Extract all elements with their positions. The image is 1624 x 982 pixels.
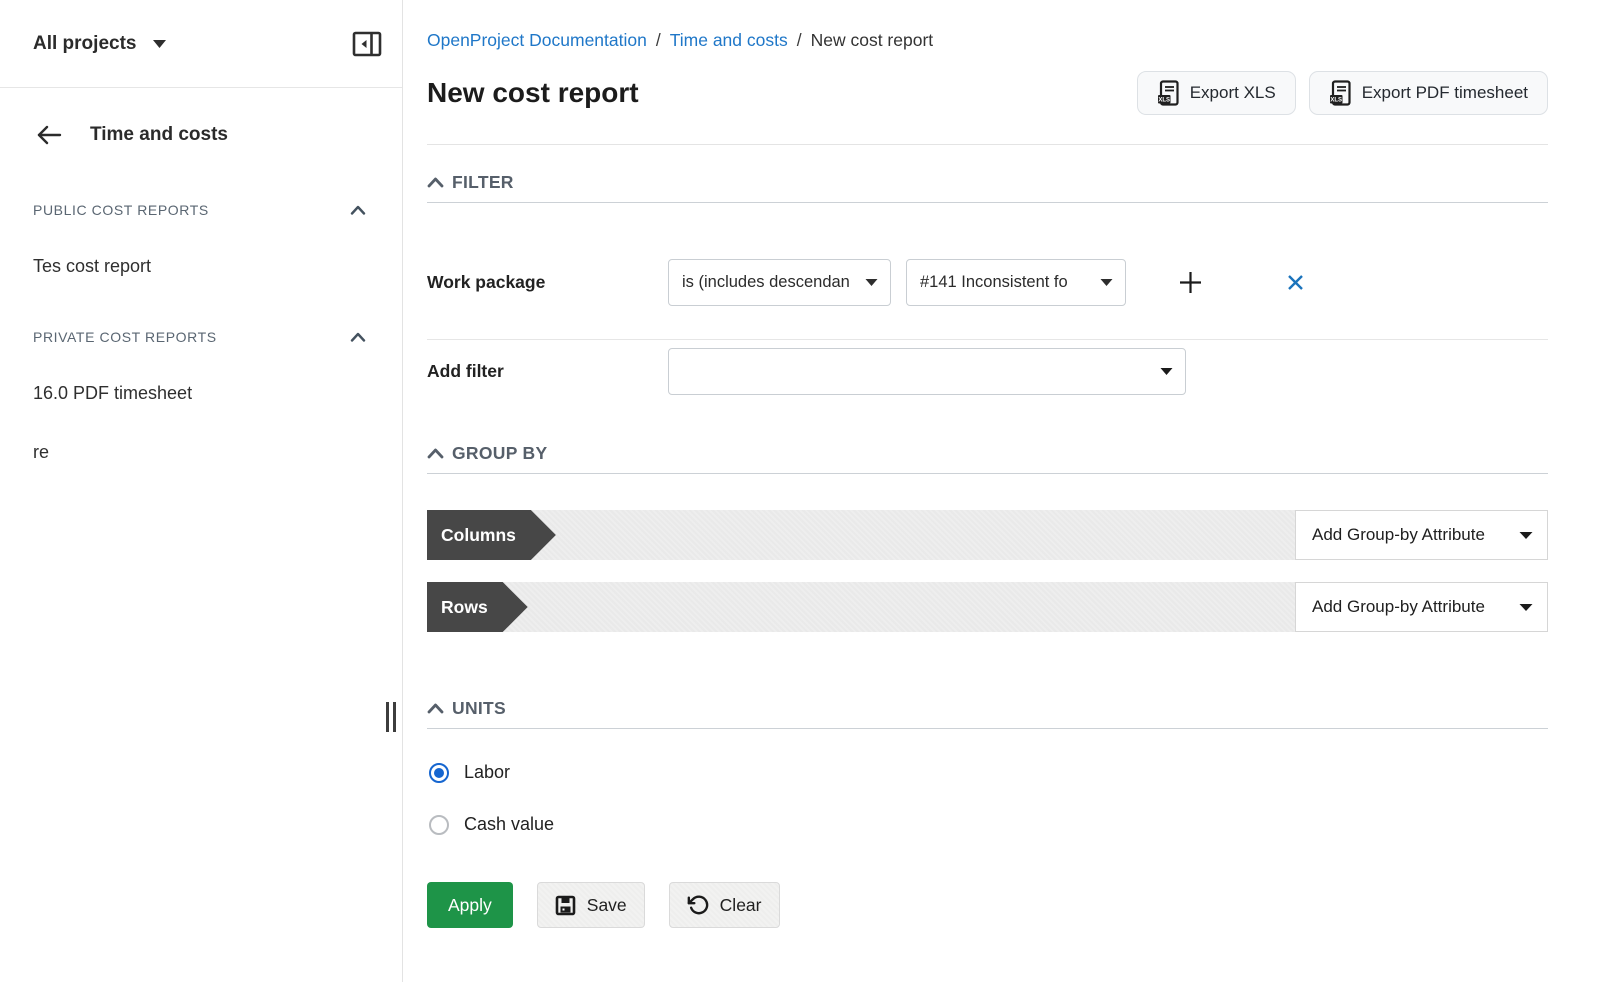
filter-operator-select[interactable]: is (includes descendan xyxy=(668,259,891,306)
save-button[interactable]: Save xyxy=(537,882,645,928)
rows-drop-zone[interactable]: Rows xyxy=(427,582,1295,632)
clear-button[interactable]: Clear xyxy=(669,882,780,928)
svg-text:XLS: XLS xyxy=(1330,97,1342,103)
add-filter-value-button[interactable] xyxy=(1178,270,1203,295)
caret-down-icon xyxy=(1160,367,1173,376)
units-option-labor-label: Labor xyxy=(464,762,510,783)
sidebar-item-pdf-timesheet[interactable]: 16.0 PDF timesheet xyxy=(0,383,402,404)
project-selector[interactable]: All projects xyxy=(33,33,167,55)
caret-down-icon xyxy=(152,39,167,49)
add-filter-row: Add filter xyxy=(427,348,1548,395)
columns-add-attribute-select[interactable]: Add Group-by Attribute xyxy=(1295,510,1548,560)
radio-button[interactable] xyxy=(429,763,449,783)
save-floppy-icon xyxy=(555,895,576,916)
columns-chip: Columns xyxy=(427,510,556,560)
export-xls-label: Export XLS xyxy=(1190,83,1276,103)
page-title: New cost report xyxy=(427,77,639,109)
close-icon xyxy=(1287,274,1304,291)
svg-text:XLS: XLS xyxy=(1158,97,1170,103)
export-xls-button[interactable]: XLS Export XLS xyxy=(1137,71,1296,115)
action-buttons: Apply Save Clear xyxy=(427,882,1548,928)
breadcrumb: OpenProject Documentation / Time and cos… xyxy=(427,30,1548,51)
sidebar-header: All projects xyxy=(0,0,402,88)
export-pdf-timesheet-label: Export PDF timesheet xyxy=(1362,83,1528,103)
chevron-up-icon xyxy=(427,177,444,188)
plus-icon xyxy=(1178,270,1203,295)
back-arrow-icon xyxy=(36,124,62,146)
back-nav[interactable]: Time and costs xyxy=(0,88,402,146)
group-by-section-header[interactable]: GROUP BY xyxy=(427,443,1548,474)
caret-down-icon xyxy=(1100,278,1113,287)
breadcrumb-link-time-and-costs[interactable]: Time and costs xyxy=(670,30,788,51)
divider xyxy=(427,144,1548,145)
work-package-filter-row: Work package is (includes descendan #141… xyxy=(427,259,1548,306)
rows-chip: Rows xyxy=(427,582,528,632)
group-by-rows-row: Rows Add Group-by Attribute xyxy=(427,582,1548,632)
breadcrumb-link-project[interactable]: OpenProject Documentation xyxy=(427,30,647,51)
radio-button[interactable] xyxy=(429,815,449,835)
back-nav-label: Time and costs xyxy=(90,124,228,146)
caret-down-icon xyxy=(865,278,878,287)
sidebar-section-public-label: PUBLIC COST REPORTS xyxy=(33,202,209,218)
remove-filter-button[interactable] xyxy=(1287,274,1304,291)
file-xls-icon: XLS xyxy=(1329,80,1351,107)
group-by-columns-row: Columns Add Group-by Attribute xyxy=(427,510,1548,560)
group-by-section-label: GROUP BY xyxy=(452,443,547,464)
sidebar-section-private: PRIVATE COST REPORTS 16.0 PDF timesheet … xyxy=(0,329,402,463)
chevron-up-icon[interactable] xyxy=(350,205,366,215)
apply-button[interactable]: Apply xyxy=(427,882,513,928)
main-content: OpenProject Documentation / Time and cos… xyxy=(404,0,1624,928)
filter-operator-value: is (includes descendan xyxy=(682,273,865,292)
filter-value-text: #141 Inconsistent fo xyxy=(920,273,1100,292)
caret-down-icon xyxy=(1519,603,1533,612)
resize-handle-icon[interactable] xyxy=(386,702,396,732)
chevron-up-icon[interactable] xyxy=(350,332,366,342)
units-section-header[interactable]: UNITS xyxy=(427,698,1548,729)
units-option-cash-value[interactable]: Cash value xyxy=(429,814,1548,835)
units-option-labor[interactable]: Labor xyxy=(429,762,1548,783)
chevron-up-icon xyxy=(427,703,444,714)
filter-section-header[interactable]: FILTER xyxy=(427,172,1548,203)
breadcrumb-separator: / xyxy=(797,30,802,51)
units-section-label: UNITS xyxy=(452,698,506,719)
export-pdf-timesheet-button[interactable]: XLS Export PDF timesheet xyxy=(1309,71,1548,115)
columns-drop-zone[interactable]: Columns xyxy=(427,510,1295,560)
collapse-sidebar-button[interactable] xyxy=(352,31,382,57)
add-filter-select[interactable] xyxy=(668,348,1186,395)
sidebar-item-tes-cost-report[interactable]: Tes cost report xyxy=(0,256,402,277)
export-buttons: XLS Export XLS XLS Export PDF timesheet xyxy=(1137,71,1548,115)
save-label: Save xyxy=(587,895,627,916)
divider xyxy=(427,339,1548,340)
breadcrumb-separator: / xyxy=(656,30,661,51)
breadcrumb-current: New cost report xyxy=(811,30,934,51)
undo-icon xyxy=(687,894,709,916)
clear-label: Clear xyxy=(720,895,762,916)
columns-add-attribute-label: Add Group-by Attribute xyxy=(1312,525,1485,545)
sidebar-section-public: PUBLIC COST REPORTS Tes cost report xyxy=(0,202,402,277)
sidebar-section-public-header[interactable]: PUBLIC COST REPORTS xyxy=(0,202,402,218)
work-package-label: Work package xyxy=(427,272,668,293)
filter-value-select[interactable]: #141 Inconsistent fo xyxy=(906,259,1126,306)
sidebar-section-private-header[interactable]: PRIVATE COST REPORTS xyxy=(0,329,402,345)
caret-down-icon xyxy=(1519,531,1533,540)
sidebar-item-re[interactable]: re xyxy=(0,442,402,463)
units-option-cash-value-label: Cash value xyxy=(464,814,554,835)
add-filter-label: Add filter xyxy=(427,361,668,382)
chevron-up-icon xyxy=(427,448,444,459)
filter-section-label: FILTER xyxy=(452,172,514,193)
rows-add-attribute-label: Add Group-by Attribute xyxy=(1312,597,1485,617)
sidebar-section-private-label: PRIVATE COST REPORTS xyxy=(33,329,217,345)
sidebar: All projects Time and costs PUBLIC xyxy=(0,0,403,982)
title-row: New cost report XLS Export XLS xyxy=(427,71,1548,115)
collapse-sidebar-icon xyxy=(352,31,382,57)
file-xls-icon: XLS xyxy=(1157,80,1179,107)
rows-add-attribute-select[interactable]: Add Group-by Attribute xyxy=(1295,582,1548,632)
project-selector-label: All projects xyxy=(33,33,136,55)
